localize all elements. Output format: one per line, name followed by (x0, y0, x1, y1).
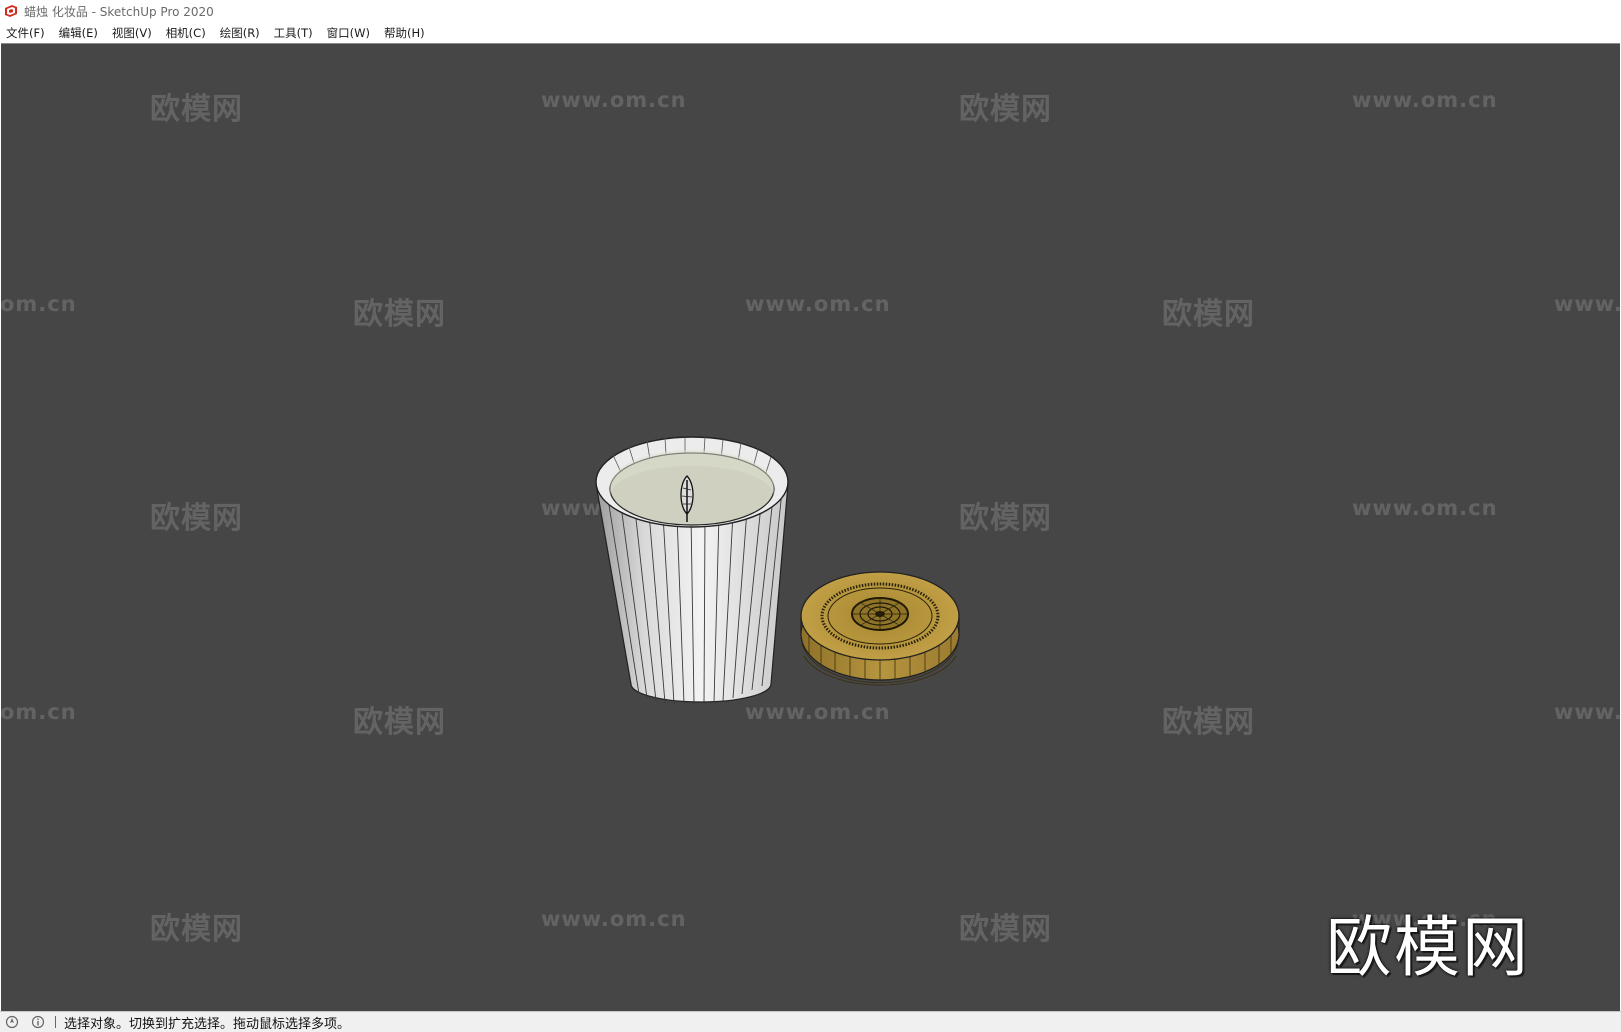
menu-file[interactable]: 文件(F) (0, 25, 52, 41)
menu-bar: 文件(F) 编辑(E) 视图(V) 相机(C) 绘图(R) 工具(T) 窗口(W… (0, 22, 1621, 43)
watermark-big-logo: 欧模网 (1326, 909, 1530, 986)
menu-help[interactable]: 帮助(H) (377, 25, 432, 41)
menu-view[interactable]: 视图(V) (105, 25, 159, 41)
menu-tools[interactable]: 工具(T) (267, 25, 320, 41)
window-title: 蜡烛 化妆品 - SketchUp Pro 2020 (24, 4, 214, 19)
model-scene (595, 436, 960, 705)
menu-edit[interactable]: 编辑(E) (52, 25, 105, 41)
candle-jar[interactable] (595, 436, 789, 705)
wooden-lid[interactable] (800, 571, 960, 686)
status-divider (55, 1016, 56, 1028)
sketchup-logo-icon (4, 4, 18, 18)
info-icon[interactable] (31, 1015, 45, 1029)
menu-camera[interactable]: 相机(C) (159, 25, 213, 41)
status-bar: 选择对象。切换到扩充选择。拖动鼠标选择多项。 (0, 1011, 1621, 1032)
menu-draw[interactable]: 绘图(R) (213, 25, 267, 41)
model-viewport[interactable]: 欧模网 www.om.cn 欧模网 www.om.cn om.cn 欧模网 ww… (1, 43, 1620, 1012)
menu-window[interactable]: 窗口(W) (320, 25, 377, 41)
geolocation-icon[interactable] (5, 1015, 19, 1029)
title-bar: 蜡烛 化妆品 - SketchUp Pro 2020 (0, 0, 1621, 22)
status-message: 选择对象。切换到扩充选择。拖动鼠标选择多项。 (64, 1016, 351, 1032)
